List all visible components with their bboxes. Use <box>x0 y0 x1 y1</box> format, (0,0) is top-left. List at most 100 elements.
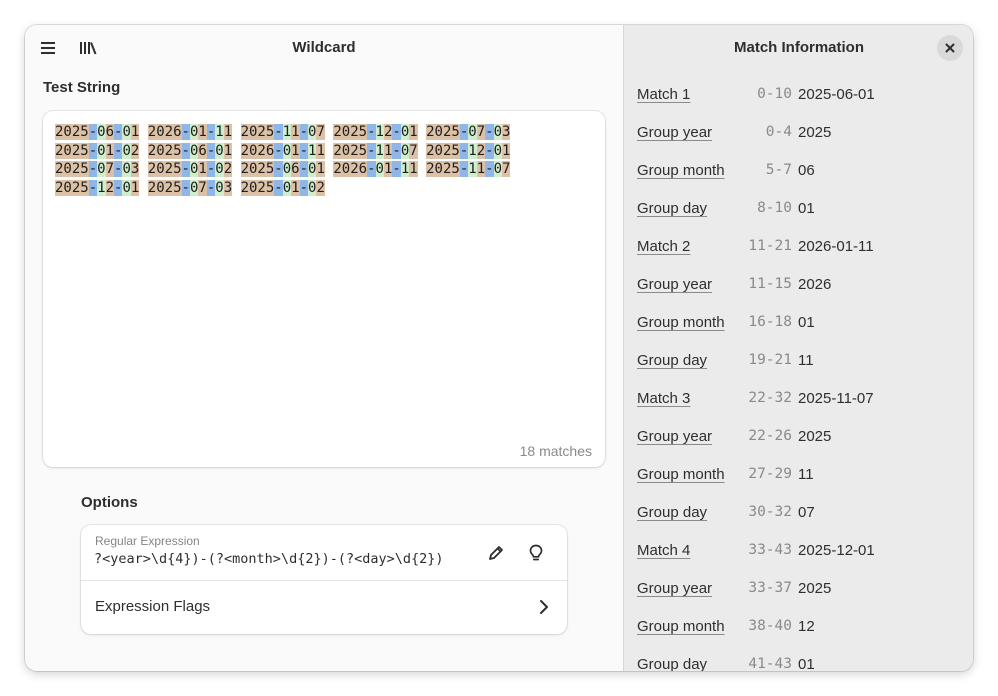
digit-text: 0 <box>468 124 477 140</box>
separator-text: - <box>367 161 376 177</box>
digit-text: 2 <box>130 142 140 159</box>
match-value: 07 <box>798 504 815 521</box>
separator-text: - <box>181 179 190 196</box>
match-range: 27-29 <box>748 466 792 482</box>
year-text: 2025 <box>55 124 89 140</box>
match-row: Group day 30-32 07 <box>624 494 973 532</box>
year-text: 2025 <box>426 161 460 177</box>
month-text: 01 <box>375 161 393 177</box>
match-name-link[interactable]: Group month <box>637 466 725 483</box>
digit-text: 0 <box>400 142 410 159</box>
match-name-link[interactable]: Group year <box>637 276 712 293</box>
match-name-link[interactable]: Group year <box>637 580 712 597</box>
match-range: 30-32 <box>748 504 792 520</box>
day-text: 01 <box>308 161 325 177</box>
match-range: 33-37 <box>748 580 792 596</box>
digit-text: 7 <box>198 179 207 196</box>
close-panel-button[interactable] <box>937 35 963 61</box>
separator-text: - <box>181 161 190 177</box>
month-text: 07 <box>468 124 486 140</box>
day-text: 01 <box>215 142 233 159</box>
day-text: 01 <box>400 124 418 140</box>
match-count: 18 matches <box>519 443 592 459</box>
edit-regex-button[interactable] <box>481 538 511 568</box>
regex-input[interactable]: ?<year>\d{4})-(?<month>\d{2})-(?<day>\d{… <box>94 551 444 567</box>
match-name-link[interactable]: Match 4 <box>637 542 690 559</box>
chevron-right-icon <box>540 600 548 614</box>
match-name-link[interactable]: Group day <box>637 352 707 369</box>
year-text: 2025 <box>333 142 368 159</box>
match-row: Group day 19-21 11 <box>624 342 973 380</box>
regex-row: Regular Expression ?<year>\d{4})-(?<mont… <box>81 525 567 581</box>
digit-text: 1 <box>502 142 511 159</box>
match-range: 22-32 <box>748 390 792 406</box>
digit-text: 7 <box>476 124 486 140</box>
digit-text: 1 <box>198 124 207 140</box>
match-row: Group day 41-43 01 <box>624 646 973 671</box>
match-list: Match 1 0-10 2025-06-01 Group year 0-4 2025 Gr… <box>624 76 973 671</box>
regex-label: Regular Expression <box>95 534 200 548</box>
test-string-text[interactable]: 2025-06-01 2026-01-11 2025-11-07 2025-12… <box>55 123 511 197</box>
match-name-link[interactable]: Group month <box>637 314 725 331</box>
match-row: Group year 0-4 2025 <box>624 114 973 152</box>
match-name-link[interactable]: Group month <box>637 618 725 635</box>
match-row: Group year 33-37 2025 <box>624 570 973 608</box>
match-name-link[interactable]: Group year <box>637 124 712 141</box>
match-value: 2026-01-11 <box>798 238 874 255</box>
match-name-link[interactable]: Match 2 <box>637 238 690 255</box>
match-value: 2025 <box>798 580 832 597</box>
separator-text: - <box>274 124 283 140</box>
match-name-link[interactable]: Group year <box>637 428 712 445</box>
match-name-link[interactable]: Match 1 <box>637 86 690 103</box>
separator-text: - <box>299 142 309 159</box>
app-window: Wildcard Test String 2025-06-01 2026-01-… <box>25 25 973 671</box>
year-text: 2025 <box>147 179 182 196</box>
digit-text: 7 <box>105 161 115 177</box>
match-name-link[interactable]: Group day <box>637 656 707 671</box>
day-text: 11 <box>308 142 325 159</box>
digit-text: 0 <box>215 179 224 196</box>
test-string-editor[interactable]: 2025-06-01 2026-01-11 2025-11-07 2025-12… <box>43 111 605 467</box>
day-text: 11 <box>215 124 233 140</box>
expression-flags-row[interactable]: Expression Flags <box>81 580 567 634</box>
match-range: 0-10 <box>757 86 792 102</box>
digit-text: 1 <box>400 161 410 177</box>
match-row: Group month 16-18 01 <box>624 304 973 342</box>
separator-text: - <box>392 161 401 177</box>
match-range: 22-26 <box>748 428 792 444</box>
day-text: 11 <box>400 161 418 177</box>
digit-text: 3 <box>502 124 511 140</box>
separator-text: - <box>88 161 98 177</box>
match-range: 11-15 <box>748 276 792 292</box>
month-text: 12 <box>468 142 486 159</box>
digit-text: 1 <box>223 142 233 159</box>
match-name-link[interactable]: Group day <box>637 200 707 217</box>
year-text: 2025 <box>333 124 368 140</box>
match-row: Group day 8-10 01 <box>624 190 973 228</box>
year-text: 2025 <box>426 142 460 159</box>
match-range: 0-4 <box>765 124 792 140</box>
match-row: Group year 22-26 2025 <box>624 418 973 456</box>
digit-text: 6 <box>291 161 300 177</box>
month-text: 11 <box>468 161 486 177</box>
match-row: Group month 38-40 12 <box>624 608 973 646</box>
digit-text: 1 <box>375 142 384 159</box>
match-name-link[interactable]: Group month <box>637 162 725 179</box>
expression-flags-label: Expression Flags <box>95 598 211 615</box>
digit-text: 7 <box>409 142 418 159</box>
match-name-link[interactable]: Group day <box>637 504 707 521</box>
separator-text: - <box>206 161 216 177</box>
day-text: 01 <box>493 142 511 159</box>
digit-text: 1 <box>105 142 115 159</box>
match-name-link[interactable]: Match 3 <box>637 390 690 407</box>
separator-text: - <box>206 179 216 196</box>
regex-hint-button[interactable] <box>521 538 551 568</box>
month-text: 11 <box>375 142 393 159</box>
separator-text: - <box>88 124 98 140</box>
separator-text: - <box>88 179 98 196</box>
separator-text: - <box>485 161 494 177</box>
separator-text: - <box>299 124 309 140</box>
separator-text: - <box>485 142 494 159</box>
year-text: 2025 <box>240 124 275 140</box>
month-text: 12 <box>375 124 393 140</box>
